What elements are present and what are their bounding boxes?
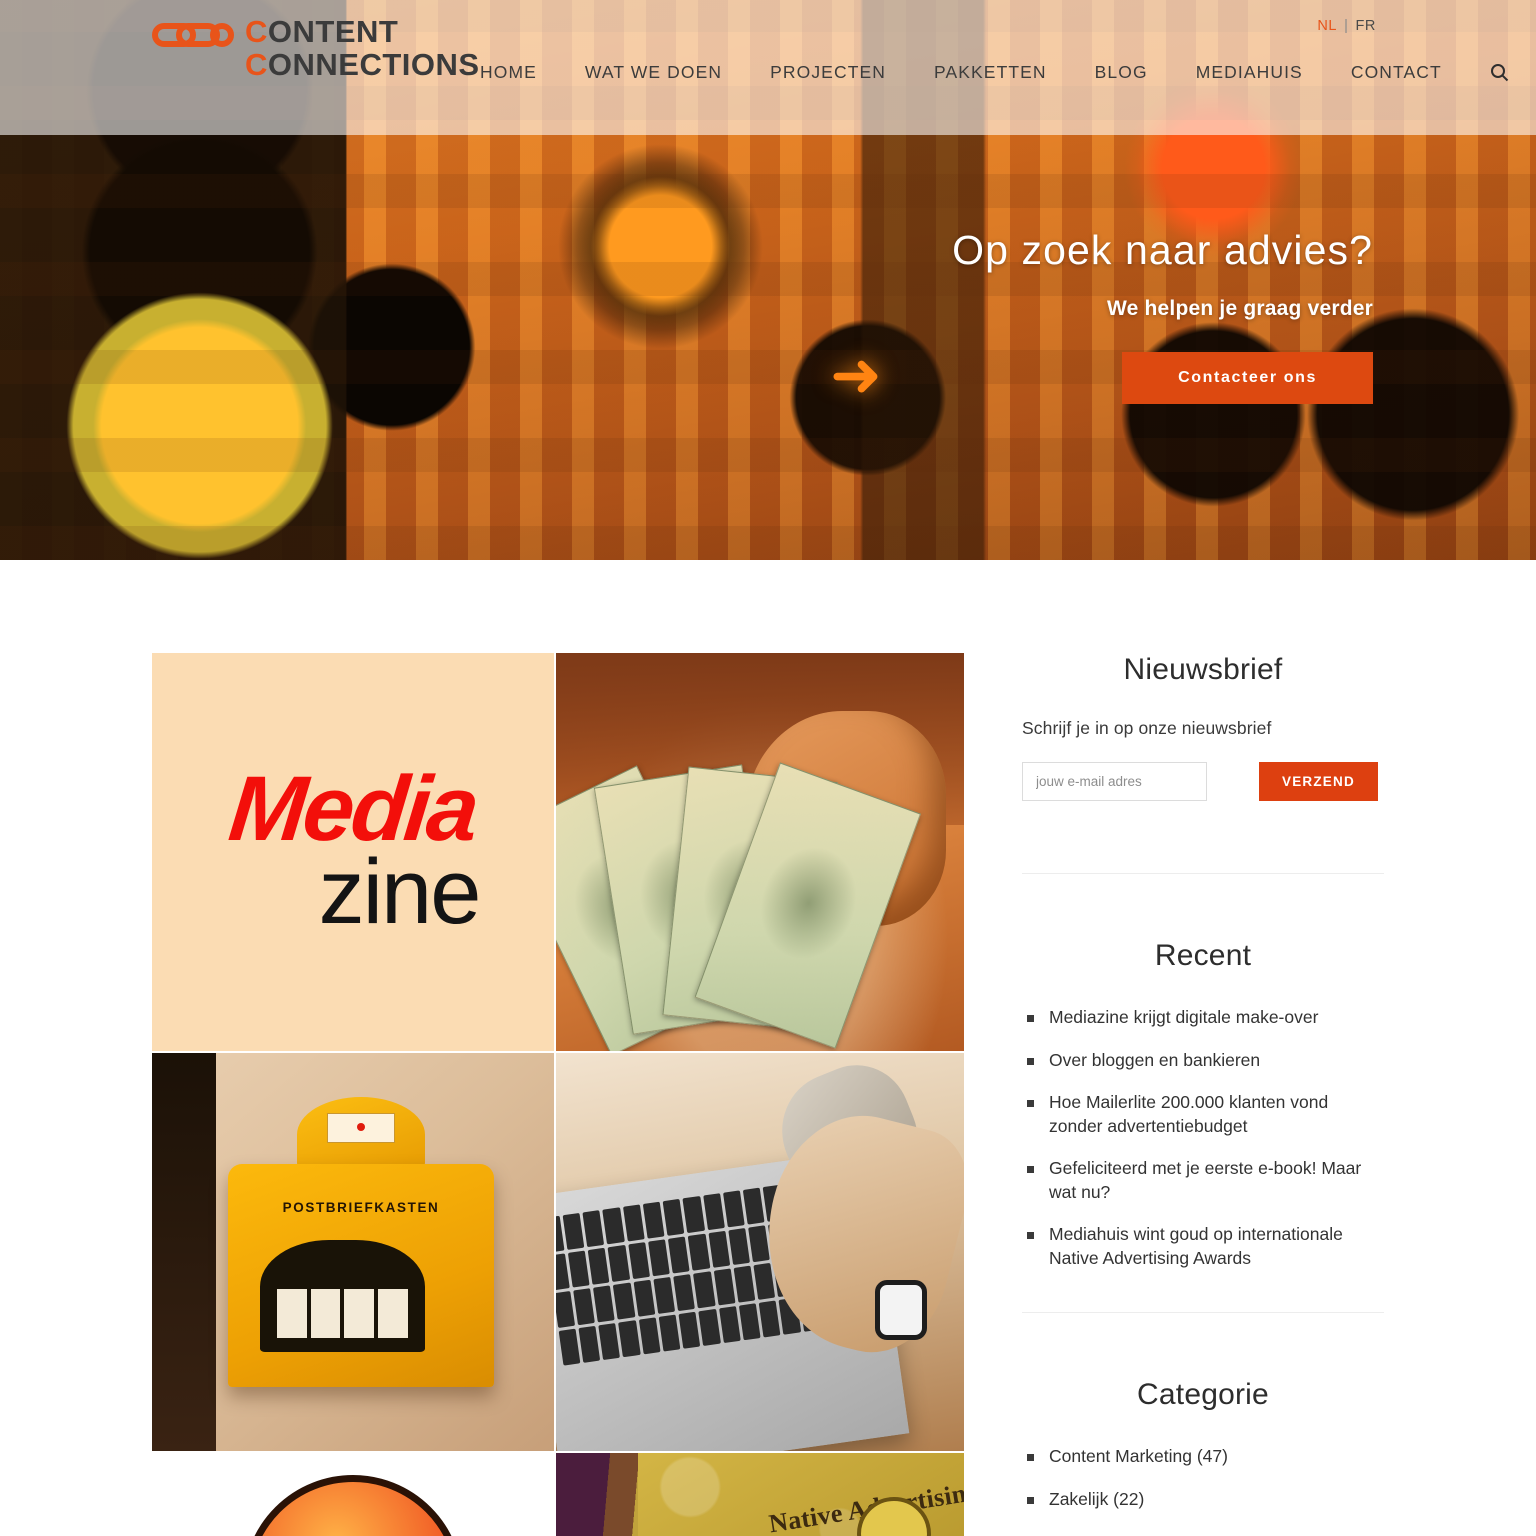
grid-tile-laptop[interactable] bbox=[556, 1053, 964, 1451]
nav-item-blog[interactable]: BLOG bbox=[1071, 62, 1172, 83]
hero-section: ➜ CONTENT CONNECTIONS NL | FR HOME WAT W… bbox=[0, 0, 1536, 560]
lang-nl[interactable]: NL bbox=[1317, 18, 1337, 34]
list-item[interactable]: Over bloggen en bankieren bbox=[1022, 1049, 1384, 1073]
list-item[interactable]: Mediazine krijgt digitale make-over bbox=[1022, 1006, 1384, 1030]
content-wrapper: Media zine POSTBRIEFKASTEN Native Advert… bbox=[152, 653, 1384, 1536]
nav-item-mediahuis[interactable]: MEDIAHUIS bbox=[1172, 62, 1327, 83]
sidebar: Nieuwsbrief Schrijf je in op onze nieuws… bbox=[964, 653, 1384, 1530]
postbox-slats bbox=[276, 1289, 409, 1339]
smartwatch-icon bbox=[875, 1279, 928, 1340]
grid-tile-mediazine[interactable]: Media zine bbox=[152, 653, 554, 1051]
newsletter-description: Schrijf je in op onze nieuwsbrief bbox=[1022, 718, 1272, 738]
newsletter-title: Nieuwsbrief bbox=[1123, 653, 1283, 686]
grid-tile-native-advertising[interactable]: Native Advertising bbox=[556, 1453, 964, 1536]
advert-badge: E ADVERT bbox=[243, 1475, 463, 1536]
newsletter-form[interactable]: VERZEND bbox=[1022, 762, 1384, 801]
newsletter-email-input[interactable] bbox=[1022, 762, 1207, 801]
sidebar-divider-2 bbox=[1022, 1312, 1384, 1313]
category-list: Content Marketing (47) Zakelijk (22) bbox=[1022, 1445, 1384, 1511]
language-switcher[interactable]: NL | FR bbox=[1317, 18, 1376, 34]
image-grid: Media zine POSTBRIEFKASTEN Native Advert… bbox=[152, 653, 964, 1536]
contact-cta-button[interactable]: Contacteer ons bbox=[1122, 352, 1373, 404]
logo-line-2: CONNECTIONS bbox=[245, 47, 480, 82]
logo-line-1: CONTENT bbox=[245, 14, 399, 49]
lang-separator: | bbox=[1344, 18, 1349, 34]
nav-item-home[interactable]: HOME bbox=[470, 62, 561, 83]
postbox-body: POSTBRIEFKASTEN bbox=[228, 1164, 494, 1388]
chain-links-icon bbox=[152, 22, 236, 53]
site-logo[interactable]: CONTENT CONNECTIONS bbox=[152, 16, 480, 80]
lang-fr[interactable]: FR bbox=[1355, 18, 1376, 34]
mediazine-logo-top: Media bbox=[224, 758, 482, 860]
recent-list: Mediazine krijgt digitale make-over Over… bbox=[1022, 1006, 1384, 1270]
envelope-icon bbox=[326, 1112, 396, 1143]
category-title: Categorie bbox=[1137, 1378, 1269, 1411]
newsletter-submit-button[interactable]: VERZEND bbox=[1259, 762, 1378, 801]
postbox-window bbox=[260, 1240, 425, 1352]
hero-title: Op zoek naar advies? bbox=[952, 227, 1373, 273]
list-item[interactable]: Gefeliciteerd met je eerste e-book! Maar… bbox=[1022, 1157, 1384, 1204]
nav-item-wat-we-doen[interactable]: WAT WE DOEN bbox=[561, 62, 746, 83]
grid-tile-advert-badge[interactable]: E ADVERT bbox=[152, 1453, 554, 1536]
recent-title: Recent bbox=[1154, 939, 1252, 972]
list-item[interactable]: Hoe Mailerlite 200.000 klanten vond zond… bbox=[1022, 1091, 1384, 1138]
list-item[interactable]: Zakelijk (22) bbox=[1022, 1488, 1384, 1512]
search-icon[interactable] bbox=[1488, 60, 1512, 84]
sidebar-divider-1 bbox=[1022, 873, 1384, 874]
nav-item-pakketten[interactable]: PAKKETTEN bbox=[910, 62, 1071, 83]
nav-item-projecten[interactable]: PROJECTEN bbox=[746, 62, 910, 83]
list-item[interactable]: Content Marketing (47) bbox=[1022, 1445, 1384, 1469]
nav-item-contact[interactable]: CONTACT bbox=[1327, 62, 1466, 83]
hero-copy: Op zoek naar advies? We helpen je graag … bbox=[613, 225, 1373, 404]
hero-subtitle: We helpen je graag verder bbox=[1106, 297, 1373, 320]
postbox-label: POSTBRIEFKASTEN bbox=[282, 1200, 440, 1216]
grid-tile-money[interactable] bbox=[556, 653, 964, 1051]
main-navigation[interactable]: HOME WAT WE DOEN PROJECTEN PAKKETTEN BLO… bbox=[470, 60, 1512, 84]
list-item[interactable]: Mediahuis wint goud op internationale Na… bbox=[1022, 1223, 1384, 1270]
page-body: Media zine POSTBRIEFKASTEN Native Advert… bbox=[0, 560, 1536, 1536]
wall-shadow bbox=[152, 1053, 217, 1451]
grid-tile-postbox[interactable]: POSTBRIEFKASTEN bbox=[152, 1053, 554, 1451]
